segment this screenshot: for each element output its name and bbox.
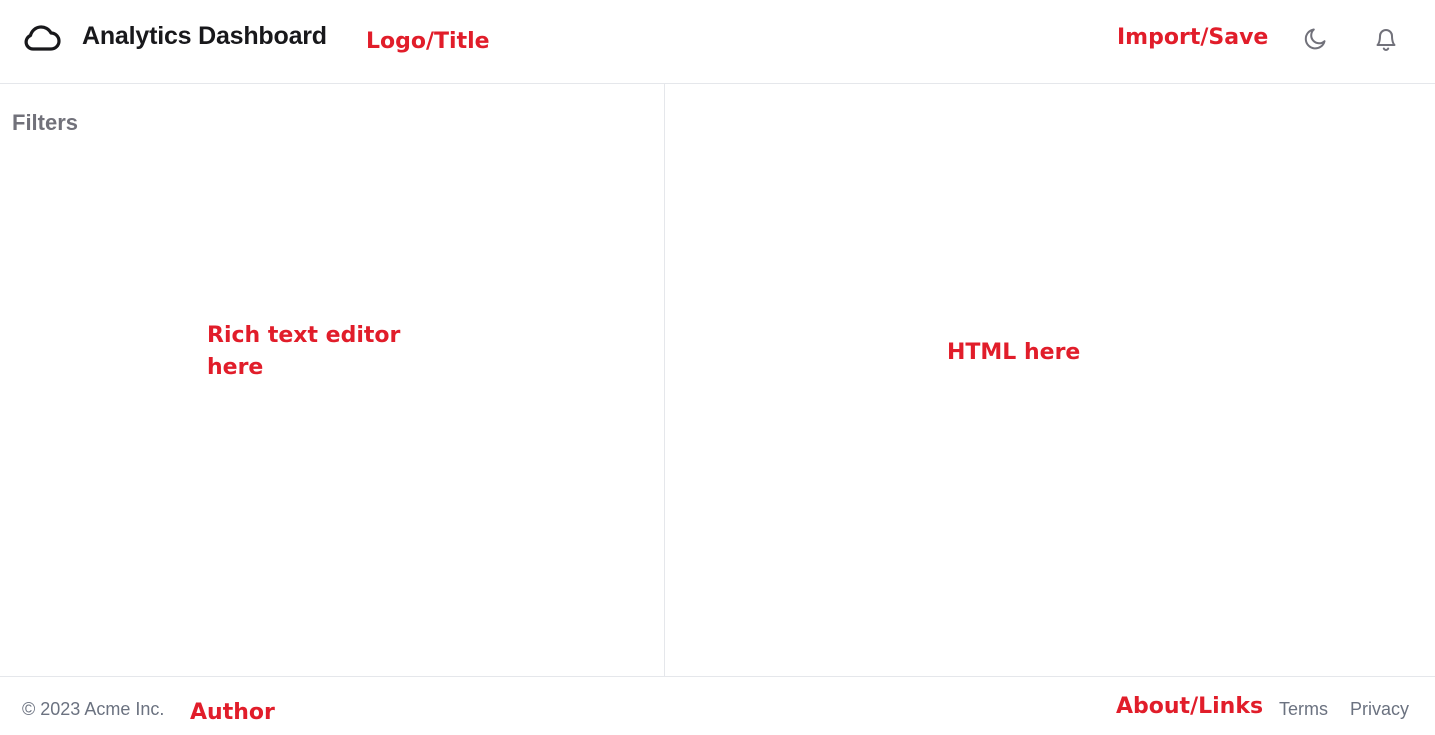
copyright-text: © 2023 Acme Inc. — [22, 699, 165, 719]
moon-icon — [1304, 28, 1326, 50]
about-links-annotation: About/Links — [1116, 694, 1264, 719]
html-preview-panel: HTML here — [666, 84, 1435, 676]
author-annotation: Author — [190, 700, 275, 725]
logo-title-annotation: Logo/Title — [366, 29, 490, 54]
theme-toggle-button[interactable] — [1301, 24, 1331, 54]
app-title: Analytics Dashboard — [82, 22, 327, 50]
rich-text-annotation-line-1: Rich text editor — [207, 323, 401, 348]
notifications-button[interactable] — [1371, 24, 1401, 54]
filters-heading: Filters — [12, 110, 79, 135]
rich-text-editor-annotation: Rich text editor here — [207, 320, 400, 384]
import-save-annotation: Import/Save — [1117, 25, 1269, 50]
terms-link[interactable]: Terms — [1279, 699, 1328, 720]
privacy-link[interactable]: Privacy — [1350, 699, 1409, 720]
editor-panel[interactable]: Filters Rich text editor here — [0, 84, 665, 676]
html-annotation: HTML here — [947, 340, 1081, 365]
app-footer: © 2023 Acme Inc. Author About/Links Term… — [0, 676, 1435, 735]
app-header: Analytics Dashboard Logo/Title Import/Sa… — [0, 0, 1435, 84]
main-content: Filters Rich text editor here HTML here — [0, 84, 1435, 676]
cloud-icon[interactable] — [22, 22, 62, 54]
rich-text-annotation-line-2: here — [207, 355, 264, 380]
bell-icon — [1376, 29, 1396, 51]
